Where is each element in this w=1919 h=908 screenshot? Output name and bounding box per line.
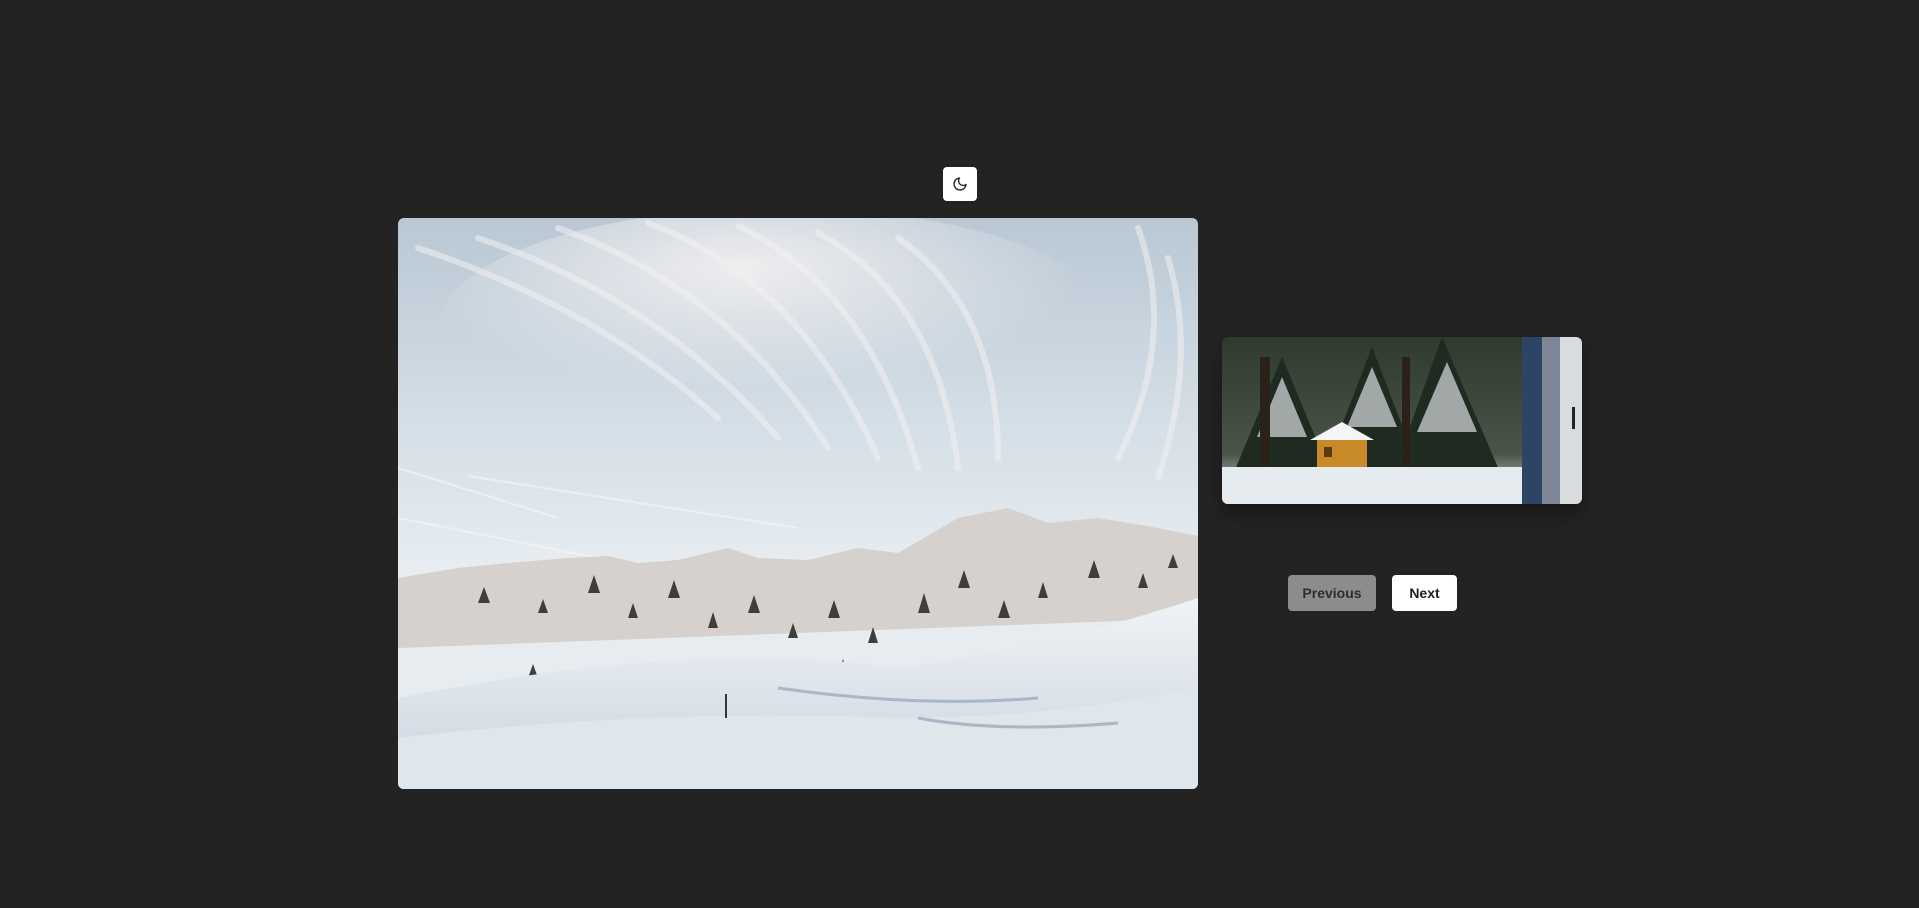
gallery-page: Previous Next: [0, 0, 1919, 908]
theme-toggle-button[interactable]: [943, 167, 977, 201]
thumbnail-strip[interactable]: [1222, 337, 1582, 504]
previous-button[interactable]: Previous: [1288, 575, 1376, 611]
main-image: [398, 218, 1198, 789]
next-button[interactable]: Next: [1392, 575, 1457, 611]
moon-icon: [952, 176, 968, 192]
